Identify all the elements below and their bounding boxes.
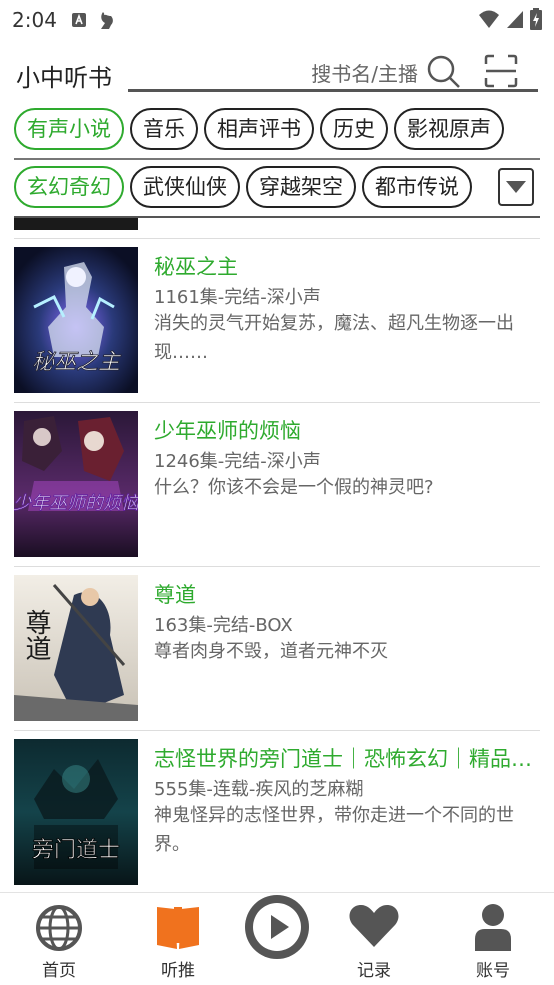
previous-book-cover bbox=[14, 218, 138, 230]
book-title: 少年巫师的烦恼 bbox=[154, 419, 301, 443]
person-icon bbox=[475, 904, 511, 951]
chip-category-history[interactable]: 历史 bbox=[320, 108, 388, 150]
nav-label: 记录 bbox=[357, 961, 391, 981]
nav-label: 听推 bbox=[161, 961, 195, 981]
globe-icon bbox=[36, 905, 82, 951]
cover-title: 尊道 bbox=[21, 609, 51, 661]
book-cover: 旁门道士 bbox=[14, 739, 138, 885]
signal-icon bbox=[507, 11, 523, 28]
book-meta: 1161集-完结-深小声 bbox=[154, 287, 321, 308]
book-cover: 少年巫师的烦恼 bbox=[14, 411, 138, 557]
book-item[interactable]: 尊道 尊道 163集-完结-BOX 尊者肉身不毁，道者元神不灭 bbox=[14, 566, 540, 730]
book-cover: 尊道 bbox=[14, 575, 138, 721]
chip-subcategory-urban[interactable]: 都市传说 bbox=[362, 166, 472, 208]
book-description: 什么？你该不会是一个假的神灵吧? bbox=[154, 477, 434, 498]
play-button[interactable] bbox=[245, 895, 309, 959]
expand-categories-button[interactable] bbox=[498, 168, 534, 206]
status-right-icons bbox=[478, 8, 542, 30]
divider bbox=[14, 158, 540, 160]
header: 小中听书 搜书名/主播 bbox=[0, 48, 554, 94]
wifi-icon bbox=[479, 10, 499, 28]
notification-a-icon bbox=[71, 13, 86, 27]
book-item[interactable]: 旁门道士 志怪世界的旁门道士｜恐怖玄幻｜精品多人有声剧 555集-连载-疾风的芝… bbox=[14, 730, 540, 894]
nav-account[interactable]: 账号 bbox=[443, 893, 543, 985]
nav-label: 账号 bbox=[476, 961, 510, 981]
category-tabs: 有声小说 音乐 相声评书 历史 影视原声 bbox=[14, 108, 540, 154]
status-time: 2:04 bbox=[12, 8, 57, 32]
book-item[interactable]: 秘巫之主 秘巫之主 1161集-完结-深小声 消失的灵气开始复苏，魔法、超凡生物… bbox=[14, 238, 540, 402]
chip-category-crosstalk[interactable]: 相声评书 bbox=[204, 108, 314, 150]
book-cover: 秘巫之主 bbox=[14, 247, 138, 393]
status-bar: 2:04 bbox=[0, 0, 554, 40]
cover-title: 少年巫师的烦恼 bbox=[14, 493, 138, 514]
heart-icon bbox=[349, 905, 399, 947]
scan-icon[interactable] bbox=[484, 54, 518, 88]
book-title: 尊道 bbox=[154, 583, 196, 607]
book-meta: 555集-连载-疾风的芝麻糊 bbox=[154, 779, 364, 800]
chip-category-soundtrack[interactable]: 影视原声 bbox=[394, 108, 504, 150]
book-open-icon bbox=[157, 907, 199, 949]
cover-title: 秘巫之主 bbox=[32, 350, 122, 375]
chip-category-music[interactable]: 音乐 bbox=[130, 108, 198, 150]
play-icon bbox=[253, 903, 301, 951]
book-description: 尊者肉身不毁，道者元神不灭 bbox=[154, 641, 388, 662]
nav-home[interactable]: 首页 bbox=[9, 893, 109, 985]
chevron-down-icon bbox=[506, 181, 526, 193]
book-meta: 1246集-完结-深小声 bbox=[154, 451, 321, 472]
chip-subcategory-fantasy[interactable]: 玄幻奇幻 bbox=[14, 166, 124, 208]
search-input[interactable]: 搜书名/主播 bbox=[128, 50, 538, 92]
subcategory-tabs: 玄幻奇幻 武侠仙侠 穿越架空 都市传说 bbox=[14, 166, 540, 212]
search-placeholder: 搜书名/主播 bbox=[311, 62, 418, 86]
status-left-icons bbox=[71, 9, 117, 31]
app-title: 小中听书 bbox=[16, 64, 112, 92]
book-description: 神鬼怪异的志怪世界，带你走进一个不同的世界。 bbox=[154, 805, 514, 855]
chip-subcategory-time-travel[interactable]: 穿越架空 bbox=[246, 166, 356, 208]
book-title: 志怪世界的旁门道士｜恐怖玄幻｜精品多人有声剧 bbox=[154, 747, 540, 771]
chip-subcategory-wuxia[interactable]: 武侠仙侠 bbox=[130, 166, 240, 208]
nav-recommend[interactable]: 听推 bbox=[128, 893, 228, 985]
cover-title: 旁门道士 bbox=[32, 838, 120, 863]
nav-label: 首页 bbox=[42, 961, 76, 981]
book-title: 秘巫之主 bbox=[154, 255, 238, 279]
book-item[interactable]: 少年巫师的烦恼 少年巫师的烦恼 1246集-完结-深小声 什么？你该不会是一个假… bbox=[14, 402, 540, 566]
bird-icon bbox=[100, 12, 113, 29]
book-meta: 163集-完结-BOX bbox=[154, 615, 293, 636]
book-description: 消失的灵气开始复苏，魔法、超凡生物逐一出现…… bbox=[154, 313, 514, 363]
nav-history[interactable]: 记录 bbox=[324, 893, 424, 985]
search-icon[interactable] bbox=[426, 54, 462, 90]
battery-icon bbox=[530, 8, 542, 30]
chip-category-audio-novel[interactable]: 有声小说 bbox=[14, 108, 124, 150]
bottom-nav: 首页 听推 记录 账号 bbox=[0, 892, 554, 985]
